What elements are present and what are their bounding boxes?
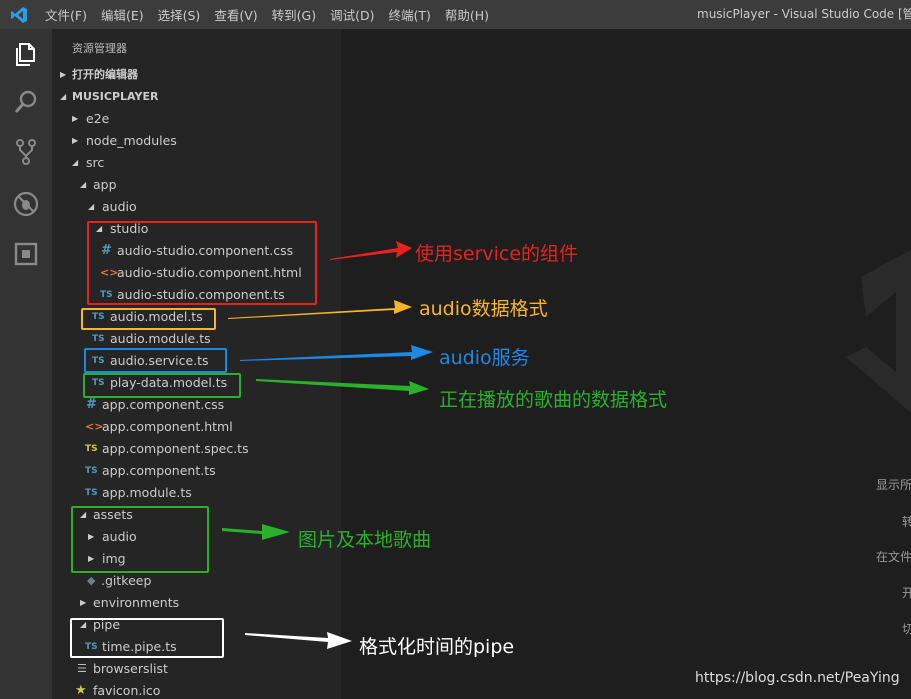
annotation-text: 使用service的组件 [415, 243, 579, 265]
annotation-text: 正在播放的歌曲的数据格式 [439, 389, 668, 411]
annotation-text: audio数据格式 [419, 298, 548, 320]
annotation-text: audio服务 [439, 347, 530, 369]
source-credit: https://blog.csdn.net/PeaYing [695, 670, 900, 686]
annotation-text: 格式化时间的pipe [359, 636, 515, 658]
annotation-text: 图片及本地歌曲 [298, 529, 432, 551]
